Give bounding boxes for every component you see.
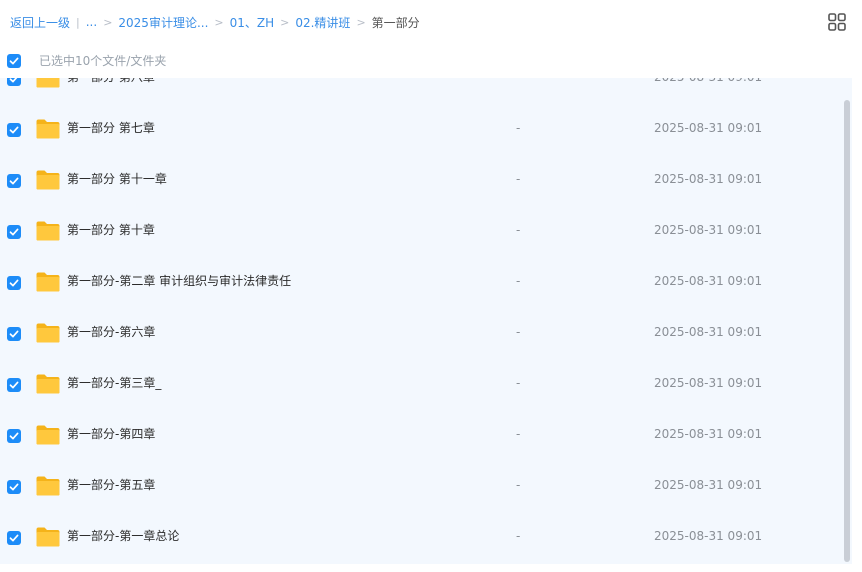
file-size: - (516, 121, 521, 135)
row-checkbox[interactable] (7, 531, 21, 545)
checkmark-icon (9, 381, 19, 389)
file-list: 第一部分 第八章 - 2025-08-31 09:01 第一部分 第七章 - 2… (0, 78, 852, 564)
table-row[interactable]: 第一部分 第七章 - 2025-08-31 09:01 (0, 103, 852, 154)
file-name[interactable]: 第一部分-第五章 (67, 478, 155, 493)
selection-count: 已选中10个文件/文件夹 (39, 54, 167, 68)
scrollbar[interactable] (844, 100, 850, 562)
select-all-checkbox[interactable] (7, 54, 21, 68)
folder-icon (36, 527, 60, 547)
row-checkbox[interactable] (7, 327, 21, 341)
breadcrumb-current: 第一部分 (371, 15, 420, 30)
table-row[interactable]: 第一部分 第十章 - 2025-08-31 09:01 (0, 205, 852, 256)
table-row[interactable]: 第一部分-第三章_ - 2025-08-31 09:01 (0, 358, 852, 409)
row-checkbox[interactable] (7, 378, 21, 392)
checkmark-icon (9, 78, 18, 83)
breadcrumb: 返回上一级 | ... > 2025审计理论... > 01、ZH > 02.精… (10, 12, 420, 32)
folder-icon (36, 476, 60, 496)
breadcrumb-separator-icon: > (356, 15, 366, 29)
breadcrumb-separator-icon: > (280, 15, 290, 29)
folder-icon (36, 272, 60, 292)
file-modified-date: 2025-08-31 09:01 (654, 325, 763, 339)
checkmark-icon (9, 330, 19, 338)
file-modified-date: 2025-08-31 09:01 (654, 172, 763, 186)
file-modified-date: 2025-08-31 09:01 (654, 478, 763, 492)
checkmark-icon (9, 177, 19, 185)
file-modified-date: 2025-08-31 09:01 (654, 223, 763, 237)
row-checkbox[interactable] (7, 276, 21, 290)
checkmark-icon (9, 432, 19, 440)
file-size: - (516, 427, 521, 441)
row-checkbox[interactable] (7, 225, 21, 239)
selection-bar: 已选中10个文件/文件夹 (0, 44, 862, 78)
checkmark-icon (9, 534, 19, 542)
breadcrumb-item-lecture[interactable]: 02.精讲班 (295, 14, 350, 31)
folder-icon (36, 323, 60, 343)
file-name[interactable]: 第一部分-第四章 (67, 427, 155, 442)
file-modified-date: 2025-08-31 09:01 (654, 427, 763, 441)
folder-icon (36, 170, 60, 190)
file-size: - (516, 172, 521, 186)
breadcrumb-separator-icon: > (214, 15, 224, 29)
folder-icon (36, 221, 60, 241)
checkmark-icon (9, 57, 19, 65)
table-row[interactable]: 第一部分-第五章 - 2025-08-31 09:01 (0, 460, 852, 511)
checkmark-icon (9, 126, 19, 134)
file-modified-date: 2025-08-31 09:01 (654, 121, 763, 135)
file-name[interactable]: 第一部分-第一章总论 (67, 529, 179, 544)
grid-view-icon[interactable] (828, 13, 846, 31)
row-checkbox[interactable] (7, 123, 21, 137)
table-row[interactable]: 第一部分 第十一章 - 2025-08-31 09:01 (0, 154, 852, 205)
row-checkbox[interactable] (7, 78, 21, 86)
checkmark-icon (9, 228, 19, 236)
checkmark-icon (9, 279, 19, 287)
file-size: - (516, 78, 520, 85)
file-name[interactable]: 第一部分 第十一章 (67, 172, 167, 187)
table-row[interactable]: 第一部分-第四章 - 2025-08-31 09:01 (0, 409, 852, 460)
row-checkbox[interactable] (7, 174, 21, 188)
row-checkbox[interactable] (7, 429, 21, 443)
breadcrumb-item-audit-theory[interactable]: 2025审计理论... (118, 14, 208, 31)
file-name[interactable]: 第一部分-第二章 审计组织与审计法律责任 (67, 274, 291, 289)
table-row[interactable]: 第一部分 第八章 - 2025-08-31 09:01 (0, 78, 852, 103)
file-size: - (516, 529, 521, 543)
file-modified-date: 2025-08-31 09:01 (654, 78, 762, 85)
top-bar: 返回上一级 | ... > 2025审计理论... > 01、ZH > 02.精… (0, 0, 862, 44)
folder-icon (36, 374, 60, 394)
folder-icon (36, 78, 60, 88)
table-row[interactable]: 第一部分-第一章总论 - 2025-08-31 09:01 (0, 511, 852, 562)
breadcrumb-ellipsis[interactable]: ... (86, 15, 97, 29)
file-modified-date: 2025-08-31 09:01 (654, 274, 763, 288)
file-name[interactable]: 第一部分 第十章 (67, 223, 155, 238)
table-row[interactable]: 第一部分-第二章 审计组织与审计法律责任 - 2025-08-31 09:01 (0, 256, 852, 307)
breadcrumb-item-zh[interactable]: 01、ZH (230, 14, 275, 31)
checkmark-icon (9, 483, 19, 491)
breadcrumb-separator-icon: > (103, 15, 113, 29)
file-size: - (516, 223, 521, 237)
file-size: - (516, 376, 521, 390)
file-name[interactable]: 第一部分-第三章_ (67, 376, 161, 391)
file-name[interactable]: 第一部分-第六章 (67, 325, 155, 340)
file-modified-date: 2025-08-31 09:01 (654, 376, 763, 390)
file-name[interactable]: 第一部分 第八章 (67, 78, 155, 85)
breadcrumb-back[interactable]: 返回上一级 (10, 14, 70, 31)
table-row[interactable]: 第一部分-第六章 - 2025-08-31 09:01 (0, 307, 852, 358)
file-name[interactable]: 第一部分 第七章 (67, 121, 155, 136)
file-size: - (516, 478, 521, 492)
breadcrumb-divider: | (76, 15, 80, 29)
row-checkbox[interactable] (7, 480, 21, 494)
folder-icon (36, 425, 60, 445)
file-size: - (516, 274, 521, 288)
folder-icon (36, 119, 60, 139)
file-rows: 第一部分 第八章 - 2025-08-31 09:01 第一部分 第七章 - 2… (0, 78, 852, 562)
file-size: - (516, 325, 521, 339)
file-modified-date: 2025-08-31 09:01 (654, 529, 763, 543)
